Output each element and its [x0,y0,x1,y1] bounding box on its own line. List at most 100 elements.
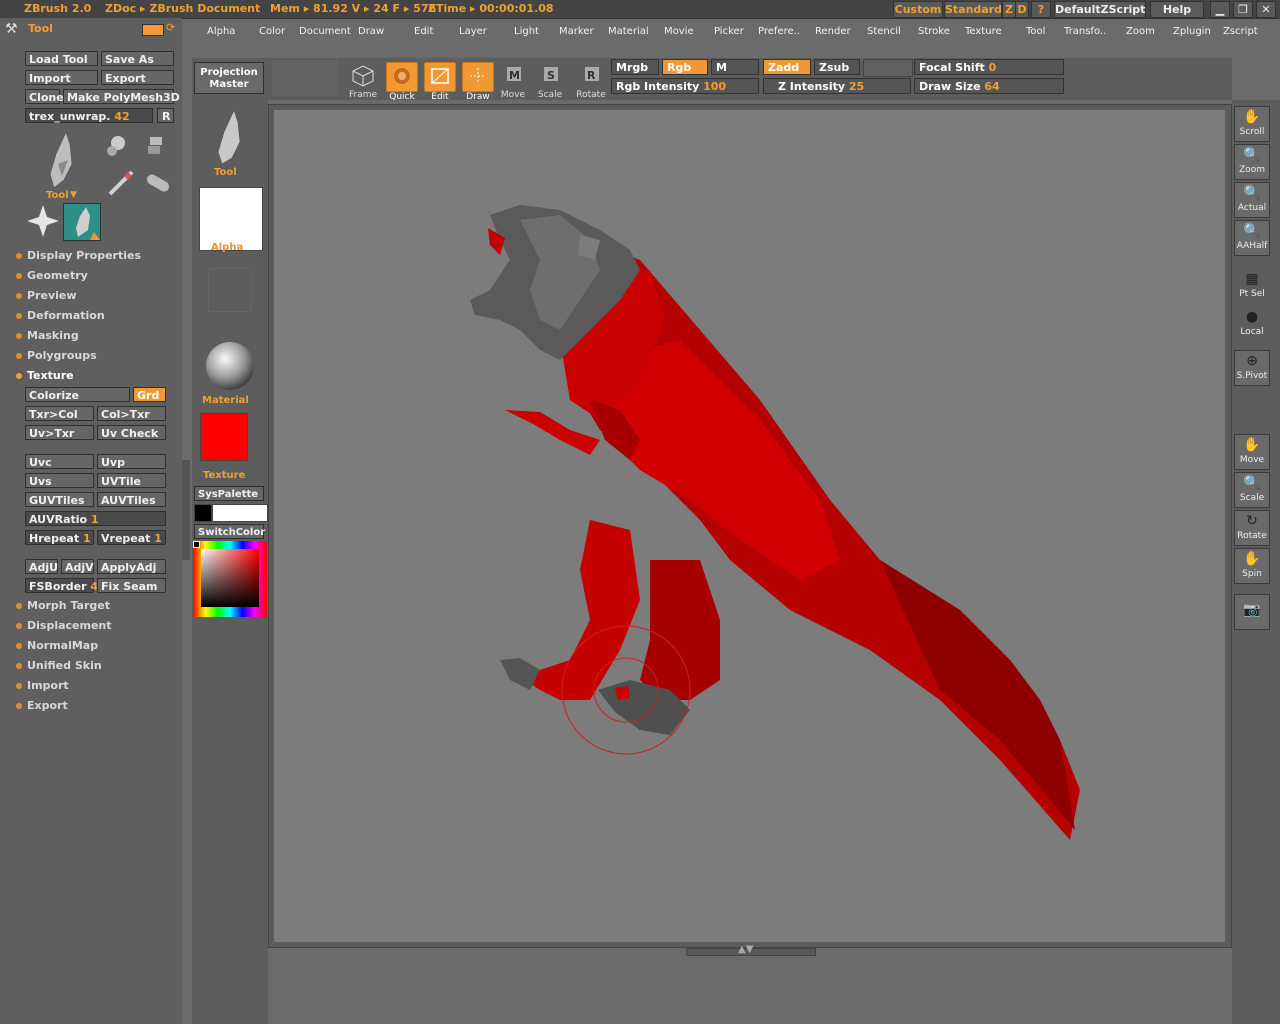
rgb-intensity-slider[interactable]: Rgb Intensity 100 [611,78,759,94]
menu-transform[interactable]: Transfo.. [1064,26,1106,37]
refresh-icon[interactable]: ⟳ [166,21,175,34]
question-button[interactable]: ? [1031,1,1051,18]
move-view-button[interactable]: ✋ Move [1234,434,1270,470]
menu-tool[interactable]: Tool [1026,26,1045,37]
actual-button[interactable]: 🔍 Actual [1234,182,1270,218]
restore-icon[interactable]: ❐ [1233,1,1253,18]
uvp-button[interactable]: Uvp [97,454,166,469]
cylinder-tool-icon[interactable] [144,170,172,196]
switchcolor-button[interactable]: SwitchColor [194,524,265,539]
section-morph-target[interactable]: Morph Target [16,599,110,612]
section-geometry[interactable]: Geometry [16,269,88,282]
active-trex-tool-thumbnail[interactable] [63,203,101,241]
m-button[interactable]: M [711,59,759,75]
menu-draw[interactable]: Draw [358,26,384,37]
section-texture[interactable]: Texture [16,369,74,382]
uvc-button[interactable]: Uvc [25,454,94,469]
help-button[interactable]: Help [1150,1,1204,18]
col-to-txr-button[interactable]: Col>Txr [97,406,166,421]
zoom-button[interactable]: 🔍 Zoom [1234,144,1270,180]
section-display-properties[interactable]: Display Properties [16,249,141,262]
r-button[interactable]: R [157,108,174,123]
local-button[interactable]: ● Local [1234,306,1270,342]
color-picker[interactable] [193,541,267,617]
auvratio-slider[interactable]: AUVRatio 1 [25,511,166,526]
z-intensity-slider[interactable]: Z Intensity 25 [763,78,911,94]
material-picker-label[interactable]: Material [202,395,249,406]
current-tool-slider[interactable]: trex_unwrap. 42 [25,108,153,123]
rotate-view-button[interactable]: ↻ Rotate [1234,510,1270,546]
quick-button[interactable]: Quick [385,62,419,102]
scroll-button[interactable]: ✋ Scroll [1234,106,1270,142]
menu-document[interactable]: Document [299,26,351,37]
save-as-button[interactable]: Save As [101,51,174,66]
section-import[interactable]: Import [16,679,69,692]
menu-stencil[interactable]: Stencil [867,26,901,37]
uv-check-button[interactable]: Uv Check [97,425,166,440]
zsub-button[interactable]: Zsub [814,59,860,75]
focal-shift-slider[interactable]: Focal Shift 0 [914,59,1064,75]
syspalette-button[interactable]: SysPalette [194,486,264,501]
menu-light[interactable]: Light [514,26,539,37]
brush-tool-icon[interactable] [104,168,138,198]
sphere3d-tool-icon[interactable] [104,134,130,158]
menu-zplugin[interactable]: Zplugin [1173,26,1211,37]
section-displacement[interactable]: Displacement [16,619,112,632]
uvs-button[interactable]: Uvs [25,473,94,488]
color-picker-cursor[interactable] [193,541,200,548]
primary-color-swatch[interactable] [212,504,268,522]
zadd-button[interactable]: Zadd [763,59,811,75]
load-tool-button[interactable]: Load Tool [25,51,98,66]
move-mode-button[interactable]: M Move [498,62,528,100]
menu-preferences[interactable]: Prefere.. [758,26,800,37]
guvtiles-button[interactable]: GUVTiles [25,492,94,507]
scale-mode-button[interactable]: S Scale [535,62,565,100]
material-sphere[interactable] [204,340,256,392]
menu-zscript[interactable]: Zscript [1223,26,1258,37]
rotate-mode-button[interactable]: R Rotate [574,62,608,100]
section-unified-skin[interactable]: Unified Skin [16,659,102,672]
section-normalmap[interactable]: NormalMap [16,639,98,652]
menu-movie[interactable]: Movie [664,26,694,37]
clone-button[interactable]: Clone [25,89,64,104]
minimize-icon[interactable]: ▁ [1210,1,1230,18]
section-masking[interactable]: Masking [16,329,79,342]
menu-marker[interactable]: Marker [559,26,594,37]
trex-model[interactable] [274,110,1225,942]
uv-to-txr-button[interactable]: Uv>Txr [25,425,94,440]
make-polymesh-button[interactable]: Make PolyMesh3D [63,89,180,104]
expand-arrow-icon[interactable]: ▲▼ [738,944,753,955]
grd-button[interactable]: Grd [133,387,166,402]
menu-color[interactable]: Color [259,26,285,37]
custom-ui-button[interactable]: Custom [893,1,943,18]
applyadj-button[interactable]: ApplyAdj [97,559,166,574]
point-selection-button[interactable]: ▦ Pt Sel [1234,268,1270,304]
edit-button[interactable]: Edit [423,62,457,102]
scale-view-button[interactable]: 🔍 Scale [1234,472,1270,508]
snapshot-button[interactable]: 📷 [1234,594,1270,630]
default-zscript-button[interactable]: DefaultZScript [1054,1,1146,18]
fix-seam-button[interactable]: Fix Seam [97,578,166,593]
secondary-color-swatch[interactable] [194,504,212,522]
close-icon[interactable]: ✕ [1256,1,1276,18]
menu-render[interactable]: Render [815,26,851,37]
current-tool-preview[interactable] [208,108,248,166]
document-canvas[interactable] [274,110,1225,942]
menu-zoom[interactable]: Zoom [1126,26,1155,37]
draw-size-slider[interactable]: Draw Size 64 [914,78,1064,94]
menu-alpha[interactable]: Alpha [207,26,235,37]
trex-tool-thumbnail[interactable] [40,130,80,190]
fsborder-slider[interactable]: FSBorder 4 [25,578,98,593]
color-saturation-square[interactable] [201,549,259,607]
colorize-button[interactable]: Colorize [25,387,130,402]
cube-stack-tool-icon[interactable] [146,134,166,158]
auvtiles-button[interactable]: AUVTiles [97,492,166,507]
section-polygroups[interactable]: Polygroups [16,349,97,362]
adjv-button[interactable]: AdjV [61,559,94,574]
star-tool-icon[interactable] [26,204,60,238]
section-preview[interactable]: Preview [16,289,77,302]
standard-ui-button[interactable]: Standard [944,1,1002,18]
frame-button[interactable]: Frame [346,62,380,100]
panel-divider[interactable] [182,460,190,560]
txr-to-col-button[interactable]: Txr>Col [25,406,94,421]
